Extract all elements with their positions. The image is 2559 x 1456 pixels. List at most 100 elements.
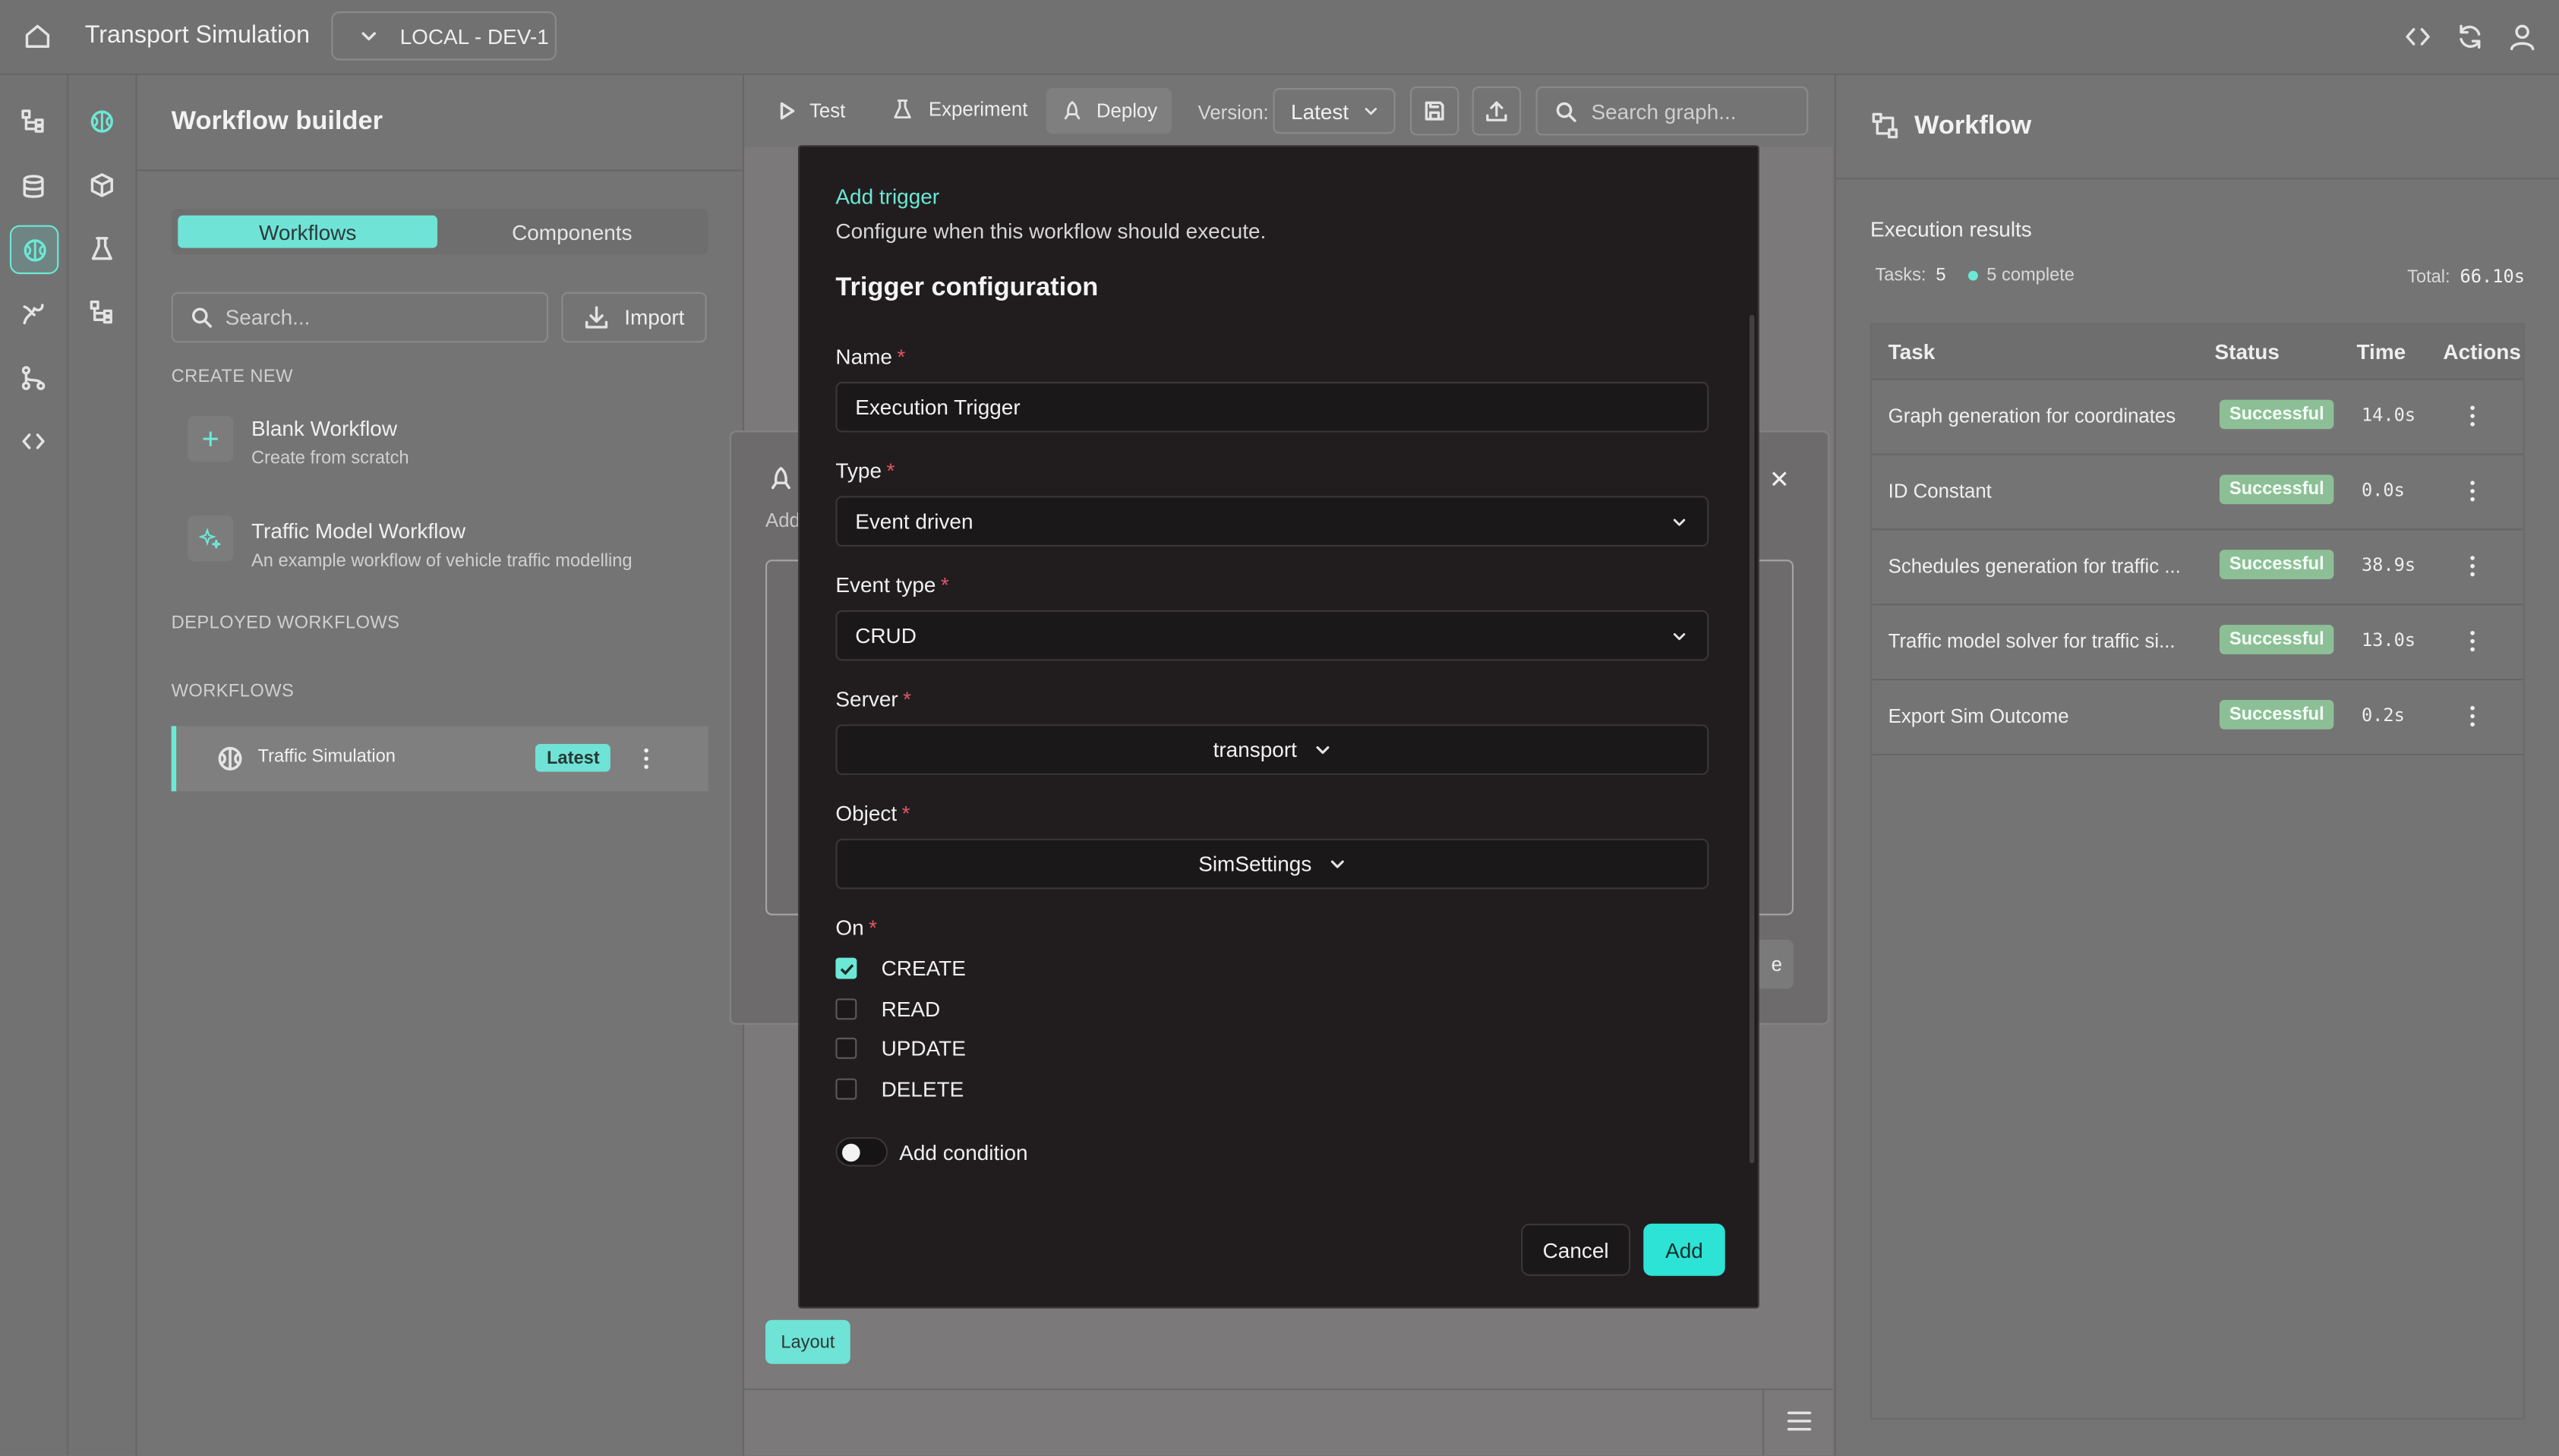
home-icon[interactable]	[23, 21, 52, 51]
more-vertical-icon[interactable]	[2468, 478, 2478, 504]
deploy-button[interactable]: Deploy	[1046, 88, 1172, 134]
on-label: On *	[835, 915, 878, 940]
template-subtitle: An example workflow of vehicle traffic m…	[251, 551, 633, 572]
tree-icon[interactable]	[10, 291, 55, 336]
table-row[interactable]: Traffic model solver for traffic si... S…	[1872, 604, 2523, 681]
dialog-scrollbar[interactable]	[1749, 314, 1755, 1164]
workflow-search[interactable]: Search...	[171, 292, 549, 343]
sparkle-icon	[188, 515, 234, 562]
rocket-icon	[1064, 101, 1080, 120]
primary-nav-rail	[0, 74, 69, 1456]
add-button[interactable]: Add	[1643, 1223, 1725, 1276]
add-condition-label: Add condition	[899, 1140, 1028, 1165]
workflow-item-traffic-simulation[interactable]: Traffic Simulation Latest	[171, 726, 708, 792]
hierarchy-icon[interactable]	[10, 98, 55, 143]
workflow-results-panel: Workflow Execution results Tasks: 5 5 co…	[1834, 74, 2559, 1456]
brain-icon[interactable]	[9, 225, 59, 275]
table-row[interactable]: Export Sim Outcome Successful 0.2s	[1872, 679, 2523, 756]
type-select[interactable]: Event driven	[835, 496, 1709, 547]
tasks-summary: Tasks: 5 5 complete	[1875, 266, 2075, 286]
more-vertical-icon[interactable]	[2468, 628, 2478, 654]
database-icon[interactable]	[10, 163, 55, 209]
table-row[interactable]: ID Constant Successful 0.0s	[1872, 453, 2523, 531]
chevron-down-icon	[1673, 632, 1686, 640]
refresh-icon[interactable]	[2454, 21, 2485, 52]
search-icon	[191, 307, 212, 328]
chevron-down-icon	[1365, 108, 1377, 115]
workflow-icon	[1870, 111, 1900, 140]
add-condition-toggle[interactable]	[835, 1137, 888, 1167]
server-label: Server *	[835, 686, 912, 712]
chevron-down-icon	[1673, 518, 1686, 525]
create-checkbox[interactable]	[835, 957, 857, 979]
divider	[1762, 1388, 1765, 1456]
server-select[interactable]: transport	[835, 724, 1709, 775]
toggle-knob	[842, 1143, 860, 1162]
name-label: Name *	[835, 344, 906, 369]
hierarchy-alt-icon[interactable]	[78, 288, 124, 334]
menu-icon[interactable]	[1787, 1410, 1812, 1432]
dialog-description: Configure when this workflow should exec…	[835, 218, 1267, 244]
template-title: Traffic Model Workflow	[251, 518, 466, 544]
table-header: Task Status Time Actions	[1872, 324, 2523, 380]
template-blank-workflow[interactable]: Blank Workflow Create from scratch	[172, 406, 708, 487]
read-checkbox[interactable]	[835, 998, 857, 1020]
task-name: ID Constant	[1888, 479, 1992, 503]
plus-icon	[188, 416, 234, 462]
status-badge: Successful	[2219, 700, 2334, 730]
table-row[interactable]: Schedules generation for traffic ... Suc…	[1872, 528, 2523, 606]
event-type-select[interactable]: CRUD	[835, 610, 1709, 661]
secondary-nav-rail	[68, 74, 137, 1456]
canvas-toolbar: Test Experiment Deploy Version: Latest S…	[744, 74, 1833, 147]
save-button[interactable]	[1409, 86, 1459, 136]
code-brackets-icon[interactable]	[10, 418, 55, 463]
template-traffic-model[interactable]: Traffic Model Workflow An example workfl…	[172, 506, 708, 587]
delete-option-label: DELETE	[881, 1076, 964, 1101]
divider	[744, 1388, 1833, 1391]
cancel-button[interactable]: Cancel	[1521, 1223, 1631, 1276]
chevron-down-icon	[1330, 860, 1344, 868]
close-icon[interactable]: ✕	[1769, 465, 1790, 495]
top-bar: Transport Simulation LOCAL - DEV-1	[0, 0, 2559, 75]
user-icon[interactable]	[2507, 21, 2538, 52]
task-time: 0.2s	[2361, 704, 2405, 726]
view-tabs: Workflows Components	[171, 209, 708, 255]
update-checkbox[interactable]	[835, 1037, 857, 1059]
environment-selector[interactable]: LOCAL - DEV-1	[331, 11, 557, 61]
test-button[interactable]: Test	[777, 99, 845, 122]
flask-icon[interactable]	[78, 225, 124, 271]
play-icon	[780, 102, 795, 120]
layout-button[interactable]: Layout	[765, 1319, 850, 1364]
git-branch-icon[interactable]	[10, 354, 55, 399]
check-icon	[839, 963, 854, 975]
workflow-name: Traffic Simulation	[257, 747, 396, 767]
version-select[interactable]: Latest	[1273, 88, 1396, 134]
experiment-button[interactable]: Experiment	[891, 98, 1027, 121]
code-icon[interactable]	[2403, 21, 2434, 52]
search-placeholder: Search...	[225, 304, 311, 330]
object-select[interactable]: SimSettings	[835, 838, 1709, 890]
status-dot	[1968, 270, 1979, 281]
workflow-brain-icon[interactable]	[78, 98, 124, 143]
upload-button[interactable]	[1472, 86, 1522, 136]
more-vertical-icon[interactable]	[2468, 553, 2478, 579]
cube-icon[interactable]	[78, 162, 124, 207]
delete-checkbox[interactable]	[835, 1078, 857, 1100]
name-field[interactable]: Execution Trigger	[835, 381, 1709, 433]
update-option-label: UPDATE	[881, 1035, 966, 1061]
task-name: Export Sim Outcome	[1888, 704, 2069, 728]
import-button[interactable]: Import	[561, 292, 707, 343]
tab-workflows[interactable]: Workflows	[178, 215, 437, 248]
chevron-down-icon	[1315, 746, 1329, 755]
more-vertical-icon[interactable]	[2468, 403, 2478, 429]
tab-components[interactable]: Components	[442, 216, 702, 248]
graph-search-input[interactable]: Search graph...	[1535, 86, 1809, 136]
version-label: Version:	[1197, 101, 1269, 124]
table-row[interactable]: Graph generation for coordinates Success…	[1872, 379, 2523, 455]
read-option-label: READ	[881, 997, 941, 1022]
more-vertical-icon[interactable]	[642, 745, 652, 771]
more-vertical-icon[interactable]	[2468, 703, 2478, 729]
task-time: 38.9s	[2361, 554, 2416, 576]
status-badge: Successful	[2219, 625, 2334, 654]
app-title: Transport Simulation	[84, 20, 311, 49]
